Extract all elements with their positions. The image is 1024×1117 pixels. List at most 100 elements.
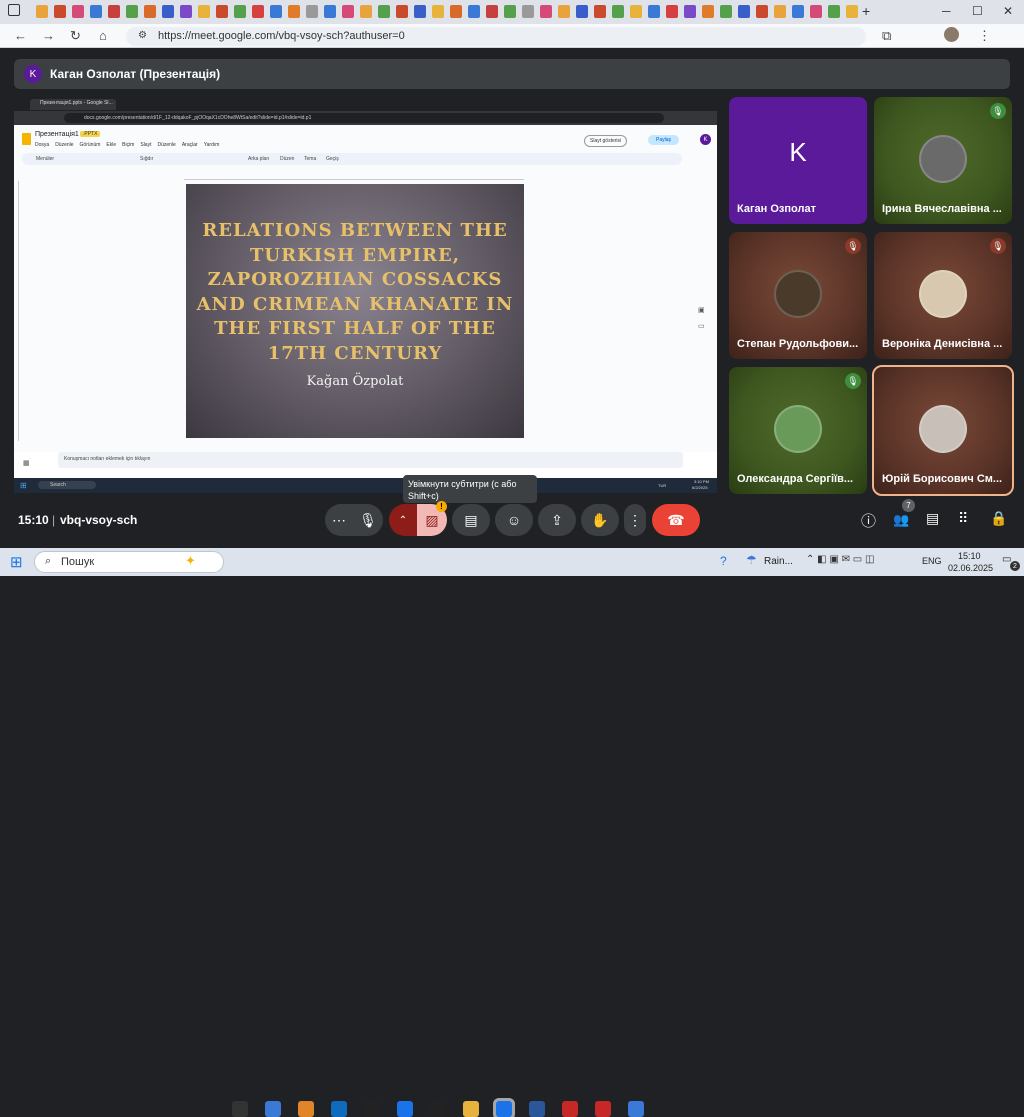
browser-tab-favicon[interactable] bbox=[432, 5, 444, 18]
window-menu-icon[interactable] bbox=[8, 4, 20, 16]
browser-tab-favicon[interactable] bbox=[306, 5, 318, 18]
home-icon[interactable]: ⌂ bbox=[99, 28, 107, 43]
amazon-icon[interactable] bbox=[364, 1101, 380, 1117]
dropbox-icon[interactable] bbox=[397, 1101, 413, 1117]
powerpoint-icon[interactable] bbox=[595, 1101, 611, 1117]
browser-tab-favicon[interactable] bbox=[342, 5, 354, 18]
forward-icon[interactable]: → bbox=[42, 28, 55, 43]
slides-menu-item[interactable]: Ekle bbox=[106, 142, 116, 148]
help-icon[interactable]: ? bbox=[720, 554, 727, 568]
browser-tab-favicon[interactable] bbox=[684, 5, 696, 18]
browser-tab-favicon[interactable] bbox=[576, 5, 588, 18]
browser-tab-favicon[interactable] bbox=[612, 5, 624, 18]
browser-tab-favicon[interactable] bbox=[738, 5, 750, 18]
profile-avatar[interactable] bbox=[944, 27, 959, 42]
emoji-button[interactable]: ☺ bbox=[495, 504, 533, 536]
outlook-icon[interactable] bbox=[331, 1101, 347, 1117]
browser-tab-favicon[interactable] bbox=[558, 5, 570, 18]
maximize-button[interactable]: ☐ bbox=[972, 4, 983, 18]
browser-tab-favicon[interactable] bbox=[756, 5, 768, 18]
browser-tab-favicon[interactable] bbox=[504, 5, 516, 18]
browser-tab-favicon[interactable] bbox=[540, 5, 552, 18]
slides-menu-item[interactable]: Düzenle bbox=[157, 142, 175, 148]
back-icon[interactable]: ← bbox=[14, 28, 27, 43]
participant-tile[interactable]: Ірина Вячеславівна ... 🎙 bbox=[874, 97, 1012, 224]
browser-tab-favicon[interactable] bbox=[846, 5, 858, 18]
reload-icon[interactable]: ↻ bbox=[70, 28, 81, 44]
browser-tab-favicon[interactable] bbox=[468, 5, 480, 18]
activities-icon[interactable]: ⠿ bbox=[958, 510, 968, 527]
browser-tab-favicon[interactable] bbox=[630, 5, 642, 18]
browser-tab-favicon[interactable] bbox=[828, 5, 840, 18]
clock-date[interactable]: 02.06.2025 bbox=[948, 563, 993, 573]
browser-tab-favicon[interactable] bbox=[198, 5, 210, 18]
more-reactions-button[interactable]: ⋯ bbox=[325, 504, 353, 536]
edge-icon[interactable] bbox=[496, 1101, 512, 1117]
store-icon[interactable] bbox=[298, 1101, 314, 1117]
more-options-button[interactable]: ⋮ bbox=[624, 504, 646, 536]
browser-tab-favicon[interactable] bbox=[450, 5, 462, 18]
slides-menu-item[interactable]: Slayt bbox=[140, 142, 151, 148]
tray-icons[interactable]: ⌃ ◧ ▣ ✉ ▭ ◫ bbox=[806, 554, 874, 565]
app-icon[interactable] bbox=[430, 1101, 446, 1117]
browser-tab-favicon[interactable] bbox=[324, 5, 336, 18]
folder-icon[interactable]: ▭ bbox=[698, 322, 705, 330]
slides-menu-item[interactable]: Yardım bbox=[204, 142, 220, 148]
host-controls-icon[interactable]: 🔒 bbox=[990, 510, 1007, 527]
theme-button[interactable]: Tema bbox=[304, 156, 316, 162]
browser-tab-favicon[interactable] bbox=[648, 5, 660, 18]
browser-tab-favicon[interactable] bbox=[288, 5, 300, 18]
browser-tab-favicon[interactable] bbox=[180, 5, 192, 18]
participant-tile[interactable]: Олександра Сергіїв... 🎙 bbox=[729, 367, 867, 494]
taskbar-search[interactable]: ⌕ Пошук ✦ bbox=[34, 551, 224, 573]
browser-tab-favicon[interactable] bbox=[72, 5, 84, 18]
calendar-icon[interactable]: ▣ bbox=[698, 306, 705, 314]
share-button[interactable]: Paylaş bbox=[648, 135, 680, 145]
browser-tab-favicon[interactable] bbox=[216, 5, 228, 18]
browser-tab-favicon[interactable] bbox=[108, 5, 120, 18]
present-button[interactable]: ⇪ bbox=[538, 504, 576, 536]
clock-time[interactable]: 15:10 bbox=[958, 551, 981, 561]
speaker-notes[interactable]: Konuşmacı notları eklemek için tıklayın bbox=[58, 452, 683, 468]
minimize-button[interactable]: ─ bbox=[942, 4, 951, 18]
acrobat-icon[interactable] bbox=[562, 1101, 578, 1117]
browser-tab-favicon[interactable] bbox=[36, 5, 48, 18]
browser-tab-favicon[interactable] bbox=[486, 5, 498, 18]
browser-tab-favicon[interactable] bbox=[414, 5, 426, 18]
browser-tab-favicon[interactable] bbox=[378, 5, 390, 18]
end-call-button[interactable]: ☎ bbox=[652, 504, 700, 536]
extensions-icon[interactable]: ⧉ bbox=[882, 28, 891, 44]
slides-menu-item[interactable]: Araçlar bbox=[182, 142, 198, 148]
participant-tile[interactable]: K Каган Озполат bbox=[729, 97, 867, 224]
menu-icon[interactable]: ⋮ bbox=[978, 28, 991, 44]
layout-button[interactable]: Düzen bbox=[280, 156, 294, 162]
camera-options-button[interactable]: ⌃ bbox=[389, 504, 417, 536]
close-window-button[interactable]: ✕ bbox=[1003, 4, 1013, 18]
slides-menu-item[interactable]: Görünüm bbox=[80, 142, 101, 148]
new-tab-button[interactable]: + bbox=[862, 3, 870, 19]
menu-search[interactable]: Menüler bbox=[36, 156, 54, 162]
captions-button[interactable]: ▤ bbox=[452, 504, 490, 536]
zoom-fit[interactable]: Sığdır bbox=[140, 156, 153, 162]
start-icon[interactable]: ⊞ bbox=[10, 553, 23, 571]
copilot-icon[interactable] bbox=[265, 1101, 281, 1117]
slides-menu-item[interactable]: Biçim bbox=[122, 142, 134, 148]
slides-menu-item[interactable]: Dosya bbox=[35, 142, 49, 148]
language-indicator[interactable]: ENG bbox=[922, 556, 942, 566]
transition-button[interactable]: Geçiş bbox=[326, 156, 339, 162]
background-button[interactable]: Arka plan bbox=[248, 156, 269, 162]
slide-preview[interactable]: RELATIONS BETWEEN THE TURKISH EMPIRE, ZAPO… bbox=[186, 184, 524, 438]
browser-tab-favicon[interactable] bbox=[702, 5, 714, 18]
weather-text[interactable]: Rain... bbox=[764, 556, 793, 567]
chat-icon[interactable]: ▤ bbox=[926, 510, 939, 527]
browser-tab-favicon[interactable] bbox=[774, 5, 786, 18]
participant-tile[interactable]: Вероніка Денисівна ... 🎙 bbox=[874, 232, 1012, 359]
browser-tab-favicon[interactable] bbox=[810, 5, 822, 18]
slides-menu-item[interactable]: Düzenle bbox=[55, 142, 73, 148]
browser-tab-favicon[interactable] bbox=[360, 5, 372, 18]
browser-tab-favicon[interactable] bbox=[396, 5, 408, 18]
participant-tile[interactable]: Юрій Борисович См... bbox=[872, 365, 1014, 496]
url-text[interactable]: https://meet.google.com/vbq-vsoy-sch?aut… bbox=[158, 30, 405, 42]
browser-tab-favicon[interactable] bbox=[666, 5, 678, 18]
browser-tab-favicon[interactable] bbox=[720, 5, 732, 18]
